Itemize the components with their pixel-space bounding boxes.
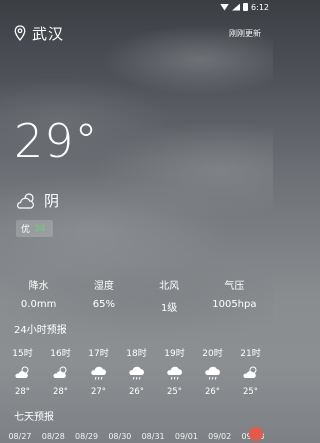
day-date: 08/31: [141, 432, 165, 441]
hour-time: 19时: [164, 349, 185, 359]
city-selector[interactable]: 武汉: [14, 23, 64, 44]
day-date: 08/29: [75, 432, 99, 441]
stat-wind: 北风 1级: [137, 277, 202, 314]
hour-item: 21时 25°: [232, 346, 269, 397]
day-date: 09/01: [174, 432, 198, 441]
hour-temp: 28°: [14, 387, 31, 397]
status-bar: 6:12: [0, 0, 273, 14]
floating-action-icon[interactable]: [249, 427, 263, 441]
current-temperature: 29°: [14, 114, 99, 168]
cloud-rain-icon: [128, 366, 144, 380]
aqi-value: 34: [34, 223, 46, 234]
stat-pressure: 气压 1005hpa: [202, 277, 267, 314]
stat-value: 65%: [92, 299, 115, 310]
hour-temp: 26°: [204, 387, 221, 397]
cloud-rain-icon: [90, 366, 106, 380]
stat-value: 1级: [160, 303, 178, 314]
hour-time: 17时: [88, 349, 109, 359]
hour-temp: 25°: [242, 387, 259, 397]
daily-forecast-title: 七天预报: [14, 412, 54, 423]
day-date: 08/28: [41, 432, 65, 441]
hour-temp: 26°: [128, 387, 145, 397]
hour-time: 15时: [12, 349, 33, 359]
day-date: 08/27: [8, 432, 32, 441]
cloud-sun-icon: [14, 366, 28, 378]
battery-icon: [243, 3, 249, 11]
city-name: 武汉: [32, 24, 65, 43]
hourly-forecast[interactable]: 15时 28° 16时 28° 17时 27° 18时 26° 19时 25° …: [4, 346, 269, 397]
wifi-icon: [220, 3, 230, 11]
stat-label: 降水: [28, 281, 49, 292]
header: 武汉 刚刚更新: [14, 22, 261, 44]
hour-item: 16时 28°: [42, 346, 79, 397]
hour-item: 19时 25°: [156, 346, 193, 397]
weather-condition: 阴: [44, 192, 60, 210]
hour-time: 21时: [240, 349, 261, 359]
cloud-rain-icon: [204, 366, 220, 380]
daily-forecast[interactable]: 08/27 08/28 08/29 08/30 08/31 09/01 09/0…: [4, 432, 269, 441]
signal-icon: [232, 3, 241, 11]
stat-label: 北风: [159, 281, 180, 292]
cloud-rain-icon: [166, 366, 182, 380]
hour-time: 18时: [126, 349, 147, 359]
hour-time: 16时: [50, 349, 71, 359]
stat-value: 0.0mm: [20, 299, 57, 310]
hour-item: 18时 26°: [118, 346, 155, 397]
update-status: 刚刚更新: [229, 28, 261, 38]
hour-time: 20时: [202, 349, 223, 359]
day-date: 08/30: [108, 432, 132, 441]
hour-temp: 27°: [90, 387, 107, 397]
hourly-forecast-title: 24小时预报: [14, 325, 67, 336]
condition-row: 阴: [14, 190, 59, 211]
aqi-label: 优: [21, 225, 31, 235]
hour-temp: 28°: [52, 387, 69, 397]
hour-item: 15时 28°: [4, 346, 41, 397]
cloud-sun-icon: [52, 366, 66, 378]
status-time: 6:12: [251, 2, 269, 12]
stat-precipitation: 降水 0.0mm: [6, 277, 71, 314]
day-date: 09/02: [208, 432, 232, 441]
cloud-sun-icon: [17, 192, 34, 209]
location-pin-icon: [14, 25, 26, 41]
cloud-sun-icon: [242, 366, 256, 378]
hour-item: 17时 27°: [80, 346, 117, 397]
hour-item: 20时 26°: [194, 346, 231, 397]
stat-label: 湿度: [93, 281, 114, 292]
hour-temp: 25°: [166, 387, 183, 397]
stat-humidity: 湿度 65%: [71, 277, 136, 314]
stat-label: 气压: [224, 281, 245, 292]
air-quality-badge[interactable]: 优 34: [16, 220, 54, 237]
weather-stats: 降水 0.0mm 湿度 65% 北风 1级 气压 1005hpa: [6, 277, 267, 314]
stat-value: 1005hpa: [212, 299, 257, 310]
